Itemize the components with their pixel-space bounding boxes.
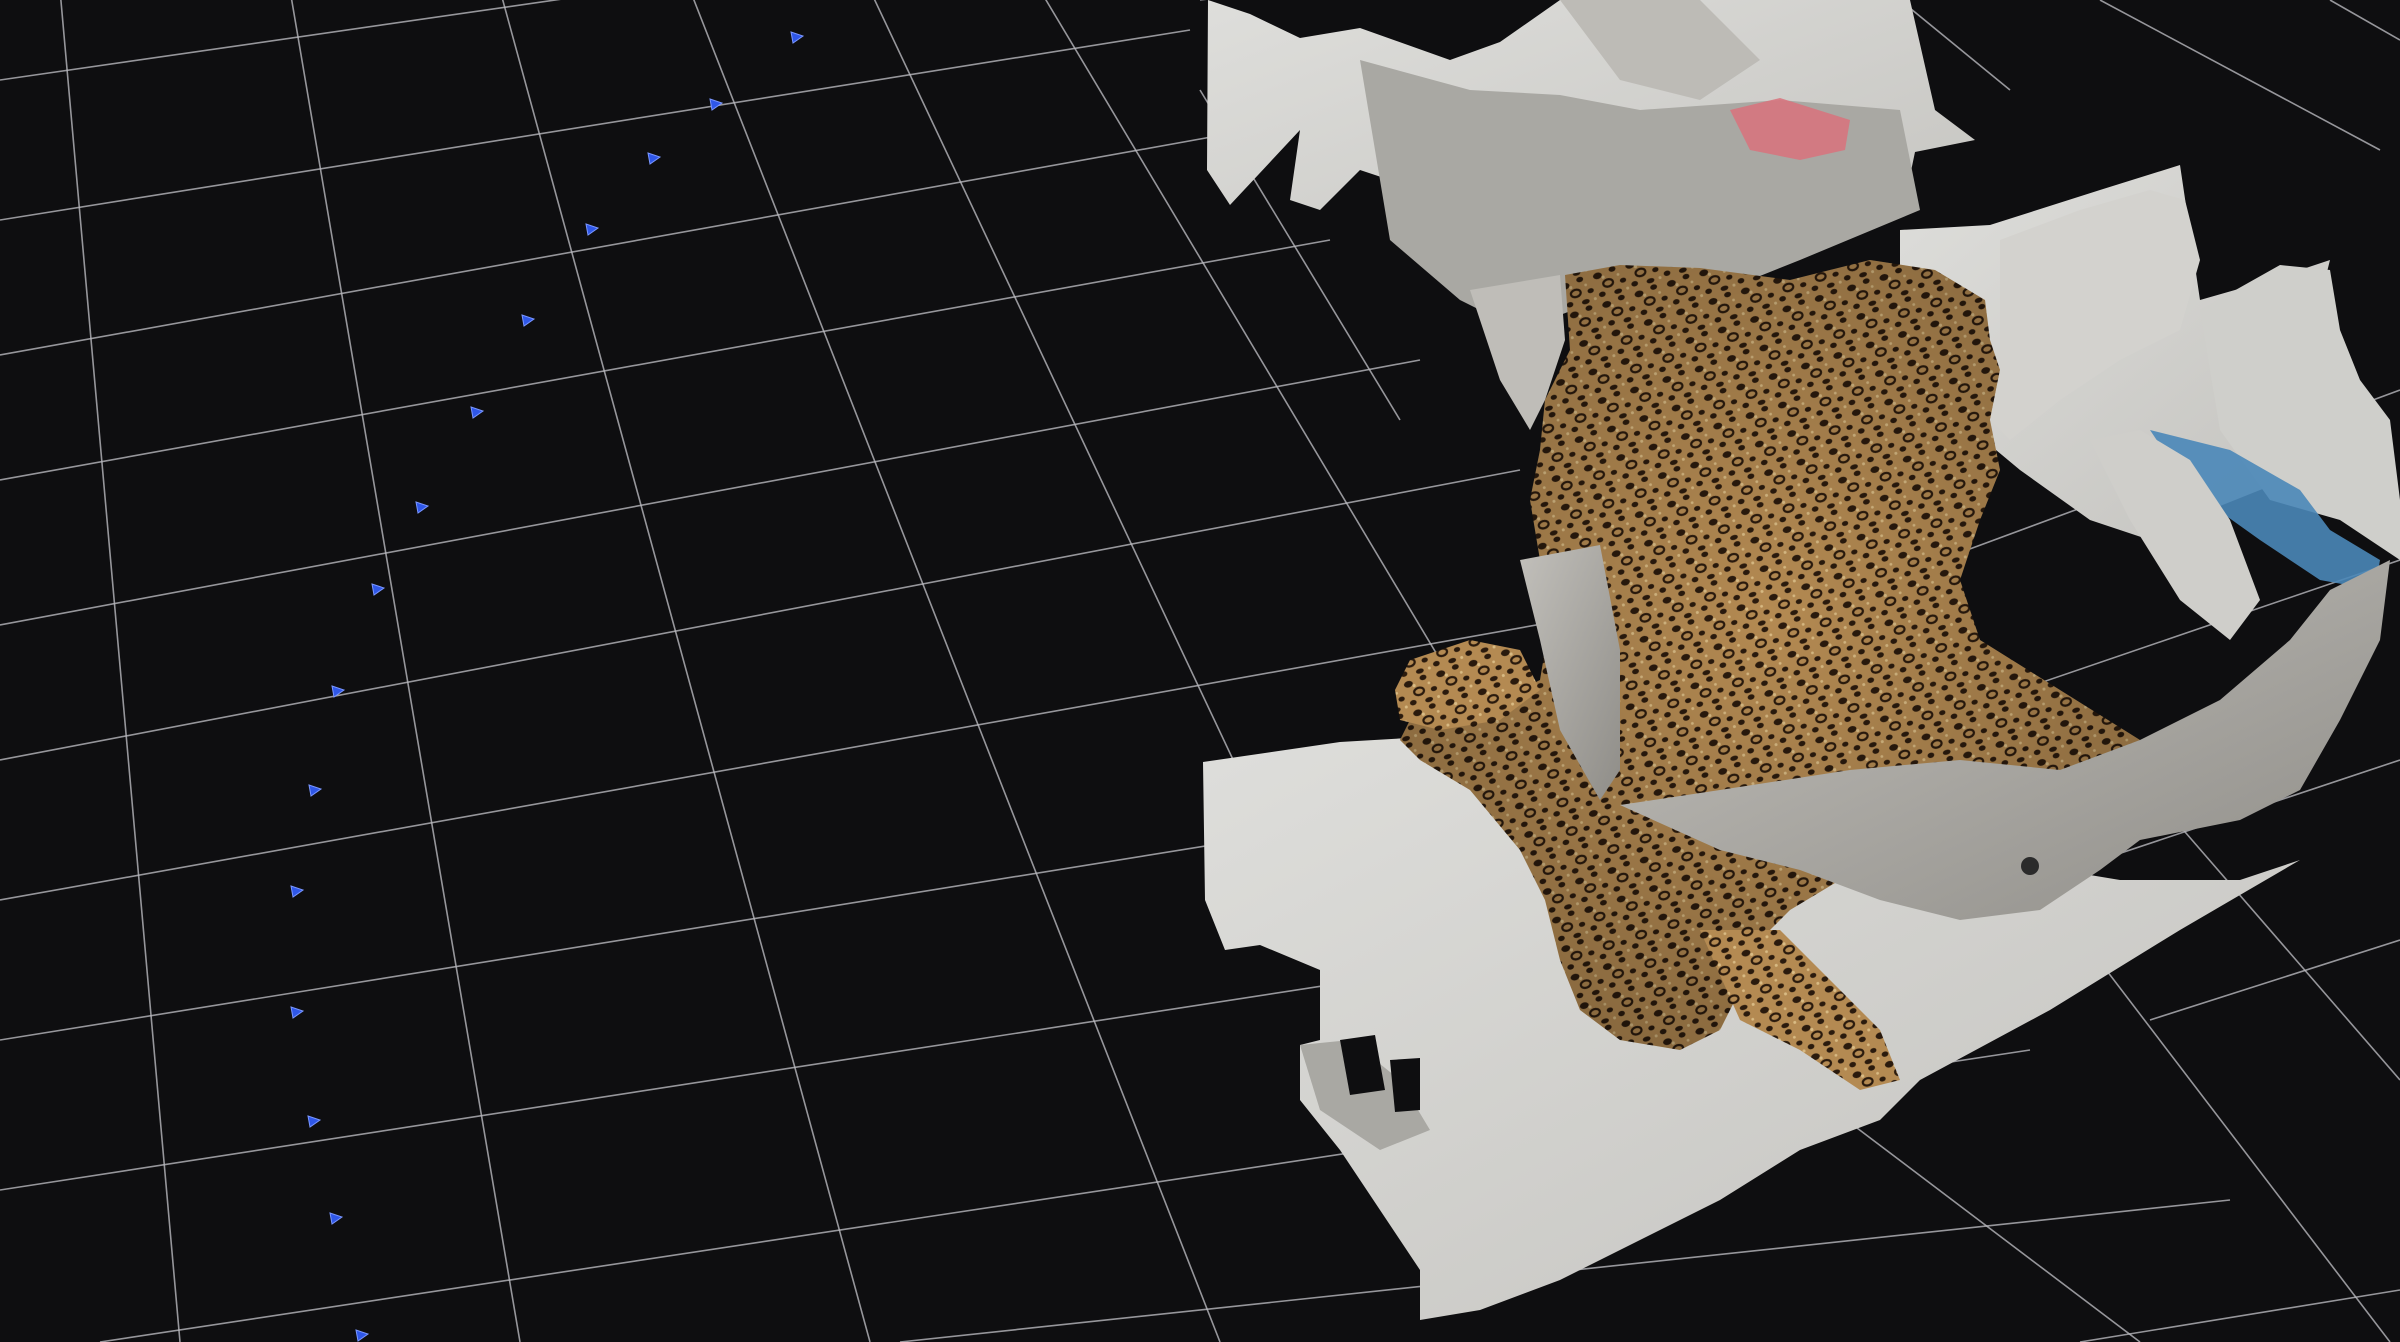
grid-line	[501, 0, 871, 1342]
camera-frustum-icon[interactable]	[470, 406, 485, 419]
grid-line	[2079, 1289, 2400, 1342]
grid-line	[0, 359, 1421, 626]
ground-grid	[0, 0, 2400, 1342]
camera-frustum-icon[interactable]	[307, 1115, 322, 1128]
camera-frustum-icon[interactable]	[308, 784, 323, 797]
camera-frustum-icon[interactable]	[329, 1212, 344, 1225]
camera-path	[290, 31, 805, 1342]
camera-frustum-icon[interactable]	[355, 1329, 370, 1342]
debris-dark	[2021, 857, 2039, 875]
grid-line	[0, 469, 1521, 761]
grid-line	[0, 239, 1331, 481]
camera-frustum-icon[interactable]	[415, 501, 430, 514]
grid-line	[2329, 0, 2400, 41]
camera-frustum-icon[interactable]	[585, 223, 600, 236]
grid-line	[1819, 1099, 2141, 1342]
camera-frustum-icon[interactable]	[290, 885, 305, 898]
camera-frustum-icon[interactable]	[647, 152, 662, 165]
scene-canvas[interactable]	[0, 0, 2400, 1342]
mesh-hole-2	[1390, 1058, 1420, 1112]
camera-frustum-icon[interactable]	[371, 583, 386, 596]
3d-viewport[interactable]	[0, 0, 2400, 1342]
grid-line	[693, 0, 1221, 1342]
reconstructed-mesh[interactable]	[1203, 0, 2400, 1320]
camera-frustum-icon[interactable]	[709, 98, 724, 111]
grid-line	[0, 0, 561, 81]
grid-line	[0, 129, 1251, 356]
camera-frustum-icon[interactable]	[521, 314, 536, 327]
camera-frustum-icon[interactable]	[790, 31, 805, 44]
grid-line	[0, 29, 1191, 221]
grid-line	[2099, 0, 2381, 151]
grid-line	[2149, 939, 2400, 1021]
camera-frustum-icon[interactable]	[290, 1006, 305, 1019]
